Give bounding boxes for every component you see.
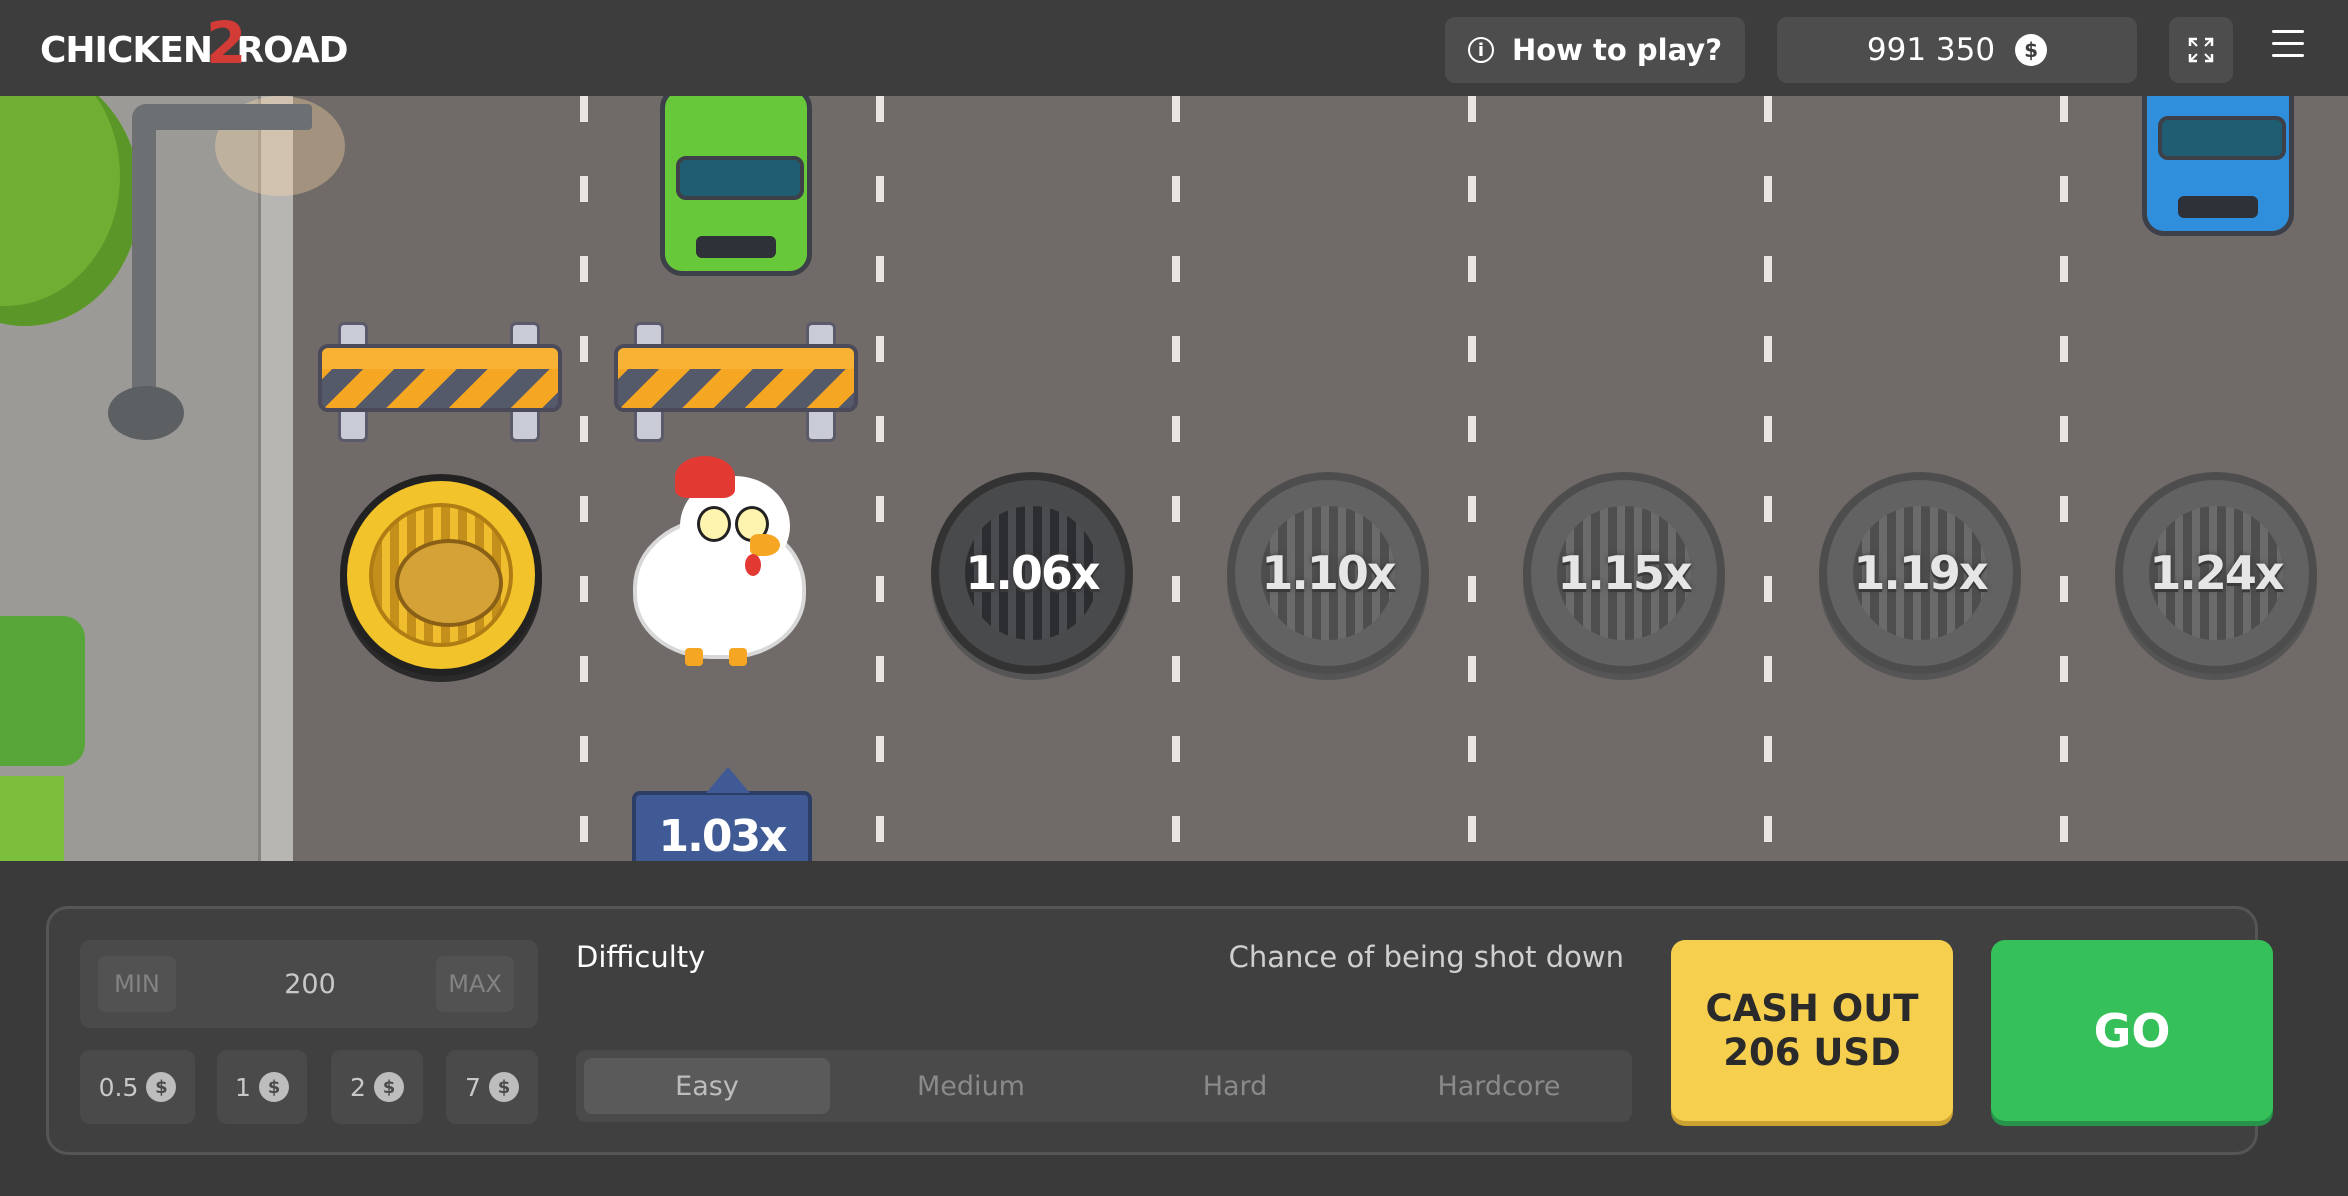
logo-digit: 2	[205, 9, 247, 77]
multiplier-label: 1.06x	[965, 546, 1100, 600]
cash-out-amount: 206 USD	[1723, 1030, 1901, 1074]
lane-divider	[1468, 96, 1476, 861]
difficulty-option-hard[interactable]: Hard	[1112, 1058, 1358, 1114]
dollar-coin-icon: $	[258, 1072, 289, 1102]
multiplier-label: 1.15x	[1557, 546, 1692, 600]
current-multiplier-tooltip: 1.03x	[632, 767, 812, 861]
logo-word-road: ROAD	[236, 29, 348, 71]
green-truck-icon	[646, 96, 826, 286]
bet-amount-field: MIN 200 MAX	[80, 940, 538, 1028]
bet-amount-input[interactable]: 200	[220, 956, 400, 1012]
chance-label: Chance of being shot down	[1228, 940, 1624, 974]
cash-out-label: CASH OUT	[1705, 986, 1919, 1030]
difficulty-option-hardcore[interactable]: Hardcore	[1376, 1058, 1622, 1114]
fullscreen-icon	[2188, 37, 2214, 63]
multiplier-label: 1.10x	[1261, 546, 1396, 600]
chip-value: 2	[350, 1072, 366, 1102]
manhole-cover: 1.15x	[1523, 472, 1725, 674]
lane-divider	[2060, 96, 2068, 861]
difficulty-label: Difficulty	[576, 940, 706, 974]
chicken-road-logo: CHICKEN 2 ROAD	[40, 9, 348, 78]
road-barrier-icon	[614, 322, 858, 442]
dollar-coin-icon: $	[2015, 34, 2048, 66]
roast-chicken-icon	[395, 539, 503, 627]
manhole-cover: 1.24x	[2115, 472, 2317, 674]
how-to-play-label: How to play?	[1511, 33, 1723, 67]
quick-bet-chip[interactable]: 7 $	[446, 1050, 538, 1124]
difficulty-option-easy[interactable]: Easy	[584, 1058, 830, 1114]
lane-divider	[1172, 96, 1180, 861]
chip-value: 0.5	[98, 1072, 139, 1102]
lane-divider	[876, 96, 884, 861]
grass-patch	[0, 776, 64, 861]
logo-word-chicken: CHICKEN	[40, 29, 213, 71]
manhole-cover-next[interactable]: 1.06x	[931, 472, 1133, 674]
chicken-player-icon	[625, 456, 815, 666]
lane-divider	[1764, 96, 1772, 861]
roast-chicken-coin-icon	[340, 474, 542, 676]
difficulty-option-medium[interactable]: Medium	[848, 1058, 1094, 1114]
blue-truck-icon	[2128, 96, 2308, 246]
cash-out-button[interactable]: CASH OUT 206 USD	[1671, 940, 1953, 1121]
road-barrier-icon	[318, 322, 562, 442]
balance-value: 991 350	[1866, 32, 1996, 68]
difficulty-selector: Easy Medium Hard Hardcore	[576, 1050, 1632, 1122]
fullscreen-button[interactable]	[2169, 17, 2233, 83]
info-icon: i	[1467, 37, 1494, 63]
balance-display: 991 350 $	[1777, 17, 2137, 83]
curb	[258, 96, 293, 861]
bet-max-button[interactable]: MAX	[436, 956, 514, 1012]
dollar-coin-icon: $	[488, 1072, 519, 1102]
chip-value: 1	[235, 1072, 251, 1102]
dollar-coin-icon: $	[146, 1072, 177, 1102]
quick-bet-chip[interactable]: 2 $	[331, 1050, 423, 1124]
manhole-cover: 1.10x	[1227, 472, 1429, 674]
game-board: 1.03x 1.06x 1.10x 1.15x 1.19x 1.24x	[0, 96, 2348, 861]
manhole-cover: 1.19x	[1819, 472, 2021, 674]
lane-divider	[580, 96, 588, 861]
chip-value: 7	[465, 1072, 481, 1102]
bush-icon	[0, 616, 85, 766]
multiplier-label: 1.19x	[1853, 546, 1988, 600]
lamp-arm	[132, 104, 312, 130]
top-bar: CHICKEN 2 ROAD i How to play? 991 350 $	[0, 0, 2348, 96]
how-to-play-button[interactable]: i How to play?	[1445, 17, 1745, 83]
dollar-coin-icon: $	[373, 1072, 404, 1102]
go-button[interactable]: GO	[1991, 940, 2273, 1121]
hamburger-menu-icon[interactable]	[2272, 30, 2304, 58]
quick-bet-chip[interactable]: 1 $	[217, 1050, 307, 1124]
bet-min-button[interactable]: MIN	[98, 956, 176, 1012]
multiplier-label: 1.24x	[2149, 546, 2284, 600]
lamp-base	[108, 386, 184, 440]
quick-bet-chip[interactable]: 0.5 $	[80, 1050, 195, 1124]
